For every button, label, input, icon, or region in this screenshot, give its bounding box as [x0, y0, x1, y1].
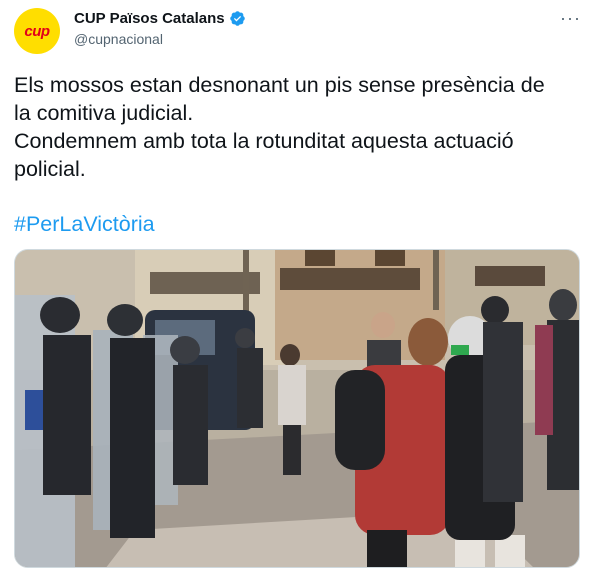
verified-badge-icon	[229, 11, 245, 26]
tweet-line: policial.	[14, 157, 86, 181]
tweet-line: Condemnem amb tota la rotunditat aquesta…	[14, 129, 514, 153]
tweet-photo[interactable]	[14, 249, 580, 568]
protest-photo-illustration	[15, 250, 579, 567]
tweet-line: la comitiva judicial.	[14, 101, 194, 125]
avatar[interactable]: cup	[14, 8, 60, 54]
handle[interactable]: @cupnacional	[74, 31, 163, 47]
tweet-text: Els mossos estan desnonant un pis sense …	[14, 71, 579, 183]
tweet-line: Els mossos estan desnonant un pis sense …	[14, 73, 545, 97]
cup-logo-text: cup	[24, 22, 50, 40]
display-name[interactable]: CUP Països Catalans	[74, 10, 225, 27]
author-name-row: CUP Països Catalans	[74, 10, 246, 27]
hashtag-link[interactable]: #PerLaVictòria	[14, 210, 155, 238]
more-icon[interactable]: ···	[560, 8, 581, 29]
